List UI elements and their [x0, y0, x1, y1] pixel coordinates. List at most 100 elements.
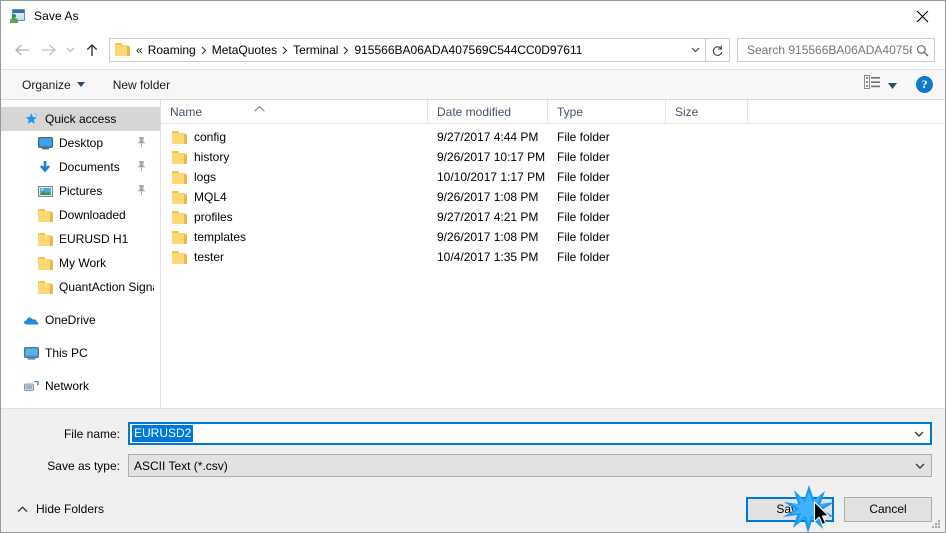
chevron-down-icon: [914, 431, 924, 437]
new-folder-button[interactable]: New folder: [106, 75, 177, 95]
forward-button[interactable]: [35, 37, 61, 63]
chevron-down-icon: [66, 47, 74, 53]
command-toolbar: Organize New folder ?: [1, 69, 945, 100]
date-modified-cell: 10/10/2017 1:17 PM: [437, 170, 546, 184]
column-header-label: Date modified: [437, 104, 512, 119]
help-button[interactable]: ?: [916, 76, 933, 93]
breadcrumb-overflow[interactable]: «: [134, 43, 145, 57]
table-row[interactable]: config 9/27/2017 4:44 PM File folder: [161, 127, 945, 147]
sidebar-item-pictures[interactable]: Pictures: [1, 179, 160, 203]
pin-icon[interactable]: [136, 184, 148, 197]
column-header-label: Name: [170, 104, 203, 119]
file-name-cell: history: [161, 150, 428, 164]
forward-arrow-icon: [41, 44, 56, 56]
address-bar[interactable]: « Roaming MetaQuotes Terminal 915566BA06…: [109, 38, 706, 62]
onedrive-cloud-icon: [23, 312, 39, 328]
table-row[interactable]: MQL4 9/26/2017 1:08 PM File folder: [161, 187, 945, 207]
sidebar-item-desktop[interactable]: Desktop: [1, 131, 160, 155]
column-header-row: Name Date modified Type Size: [161, 100, 945, 124]
change-view-button[interactable]: [859, 72, 902, 97]
file-name-dropdown-button[interactable]: [908, 431, 930, 437]
date-modified-cell: 9/27/2017 4:21 PM: [437, 210, 539, 224]
save-as-type-dropdown-button[interactable]: [909, 463, 931, 469]
save-as-type-value: ASCII Text (*.csv): [134, 458, 228, 473]
navigation-sidebar: Quick access Desktop Documents Pictures …: [1, 100, 161, 408]
breadcrumb-item-metaquotes[interactable]: MetaQuotes: [209, 43, 280, 57]
type-cell: File folder: [557, 230, 610, 244]
network-icon: [23, 378, 39, 394]
search-box[interactable]: [737, 38, 935, 62]
sidebar-item-quick-access[interactable]: Quick access: [1, 107, 160, 131]
table-row[interactable]: history 9/26/2017 10:17 PM File folder: [161, 147, 945, 167]
file-name-cell: config: [161, 130, 428, 144]
back-button[interactable]: [9, 37, 35, 63]
column-header-filler: [748, 100, 945, 123]
file-name-input[interactable]: EURUSD2: [128, 422, 932, 445]
file-name-label: profiles: [194, 210, 233, 224]
breadcrumb-separator-icon[interactable]: [341, 46, 351, 55]
breadcrumb-item-terminal[interactable]: Terminal: [290, 43, 341, 57]
sidebar-item-documents[interactable]: Documents: [1, 155, 160, 179]
pin-icon[interactable]: [136, 160, 148, 173]
resize-grip-icon[interactable]: [929, 517, 942, 530]
folder-icon: [172, 130, 187, 144]
file-name-label: history: [194, 150, 230, 164]
address-dropdown-button[interactable]: [685, 39, 705, 61]
sidebar-item-label: This PC: [45, 346, 88, 360]
sidebar-divider: [1, 299, 160, 308]
close-button[interactable]: [899, 1, 945, 31]
file-list-pane: Name Date modified Type Size config 9/27…: [161, 100, 945, 408]
back-arrow-icon: [14, 44, 29, 56]
save-as-type-label: Save as type:: [47, 458, 120, 473]
sidebar-item-downloaded[interactable]: Downloaded: [1, 203, 160, 227]
window-title: Save As: [34, 9, 79, 23]
breadcrumb-separator-icon[interactable]: [199, 46, 209, 55]
table-row[interactable]: tester 10/4/2017 1:35 PM File folder: [161, 247, 945, 267]
save-as-type-select[interactable]: ASCII Text (*.csv): [128, 454, 932, 477]
file-name-label: tester: [194, 250, 225, 264]
save-button[interactable]: Save: [746, 496, 834, 522]
breadcrumb-separator-icon[interactable]: [280, 46, 290, 55]
folder-icon: [37, 279, 53, 295]
file-name-label: logs: [194, 170, 217, 184]
navigation-bar: « Roaming MetaQuotes Terminal 915566BA06…: [1, 31, 945, 69]
sidebar-item-label: My Work: [59, 256, 107, 270]
sidebar-item-onedrive[interactable]: OneDrive: [1, 308, 160, 332]
folder-icon: [172, 150, 187, 164]
sidebar-item-eurusd-h1[interactable]: EURUSD H1: [1, 227, 160, 251]
organize-button[interactable]: Organize: [15, 75, 92, 95]
dialog-body: Quick access Desktop Documents Pictures …: [1, 100, 945, 408]
folder-icon: [37, 207, 53, 223]
folder-icon: [172, 250, 187, 264]
sidebar-item-network[interactable]: Network: [1, 374, 160, 398]
table-row[interactable]: templates 9/26/2017 1:08 PM File folder: [161, 227, 945, 247]
pin-icon[interactable]: [136, 136, 148, 149]
sidebar-item-my-work[interactable]: My Work: [1, 251, 160, 275]
sidebar-item-label: OneDrive: [45, 313, 96, 327]
file-name-label: config: [194, 130, 227, 144]
column-header-name[interactable]: Name: [161, 100, 428, 123]
folder-icon: [172, 190, 187, 204]
search-input[interactable]: [745, 42, 914, 58]
save-form: File name: EURUSD2 Save as type: ASCII T…: [1, 408, 945, 486]
folder-icon: [37, 231, 53, 247]
table-row[interactable]: profiles 9/27/2017 4:21 PM File folder: [161, 207, 945, 227]
breadcrumb-item-instance[interactable]: 915566BA06ADA407569C544CC0D97611: [351, 43, 585, 57]
recent-locations-button[interactable]: [61, 37, 79, 63]
hide-folders-button[interactable]: Hide Folders: [11, 498, 110, 520]
column-header-type[interactable]: Type: [548, 100, 666, 123]
column-header-date-modified[interactable]: Date modified: [428, 100, 548, 123]
column-header-size[interactable]: Size: [666, 100, 748, 123]
refresh-button[interactable]: [706, 38, 730, 62]
sidebar-item-quantaction-signal[interactable]: QuantAction Signal: [1, 275, 160, 299]
help-icon: ?: [921, 77, 928, 91]
chevron-down-icon: [691, 47, 699, 53]
up-button[interactable]: [79, 37, 105, 63]
file-name-cell: tester: [161, 250, 428, 264]
breadcrumb-item-roaming[interactable]: Roaming: [145, 43, 199, 57]
table-row[interactable]: logs 10/10/2017 1:17 PM File folder: [161, 167, 945, 187]
cancel-button[interactable]: Cancel: [844, 496, 932, 522]
file-name-value: EURUSD2: [132, 425, 194, 442]
sidebar-item-this-pc[interactable]: This PC: [1, 341, 160, 365]
desktop-icon: [37, 135, 53, 151]
